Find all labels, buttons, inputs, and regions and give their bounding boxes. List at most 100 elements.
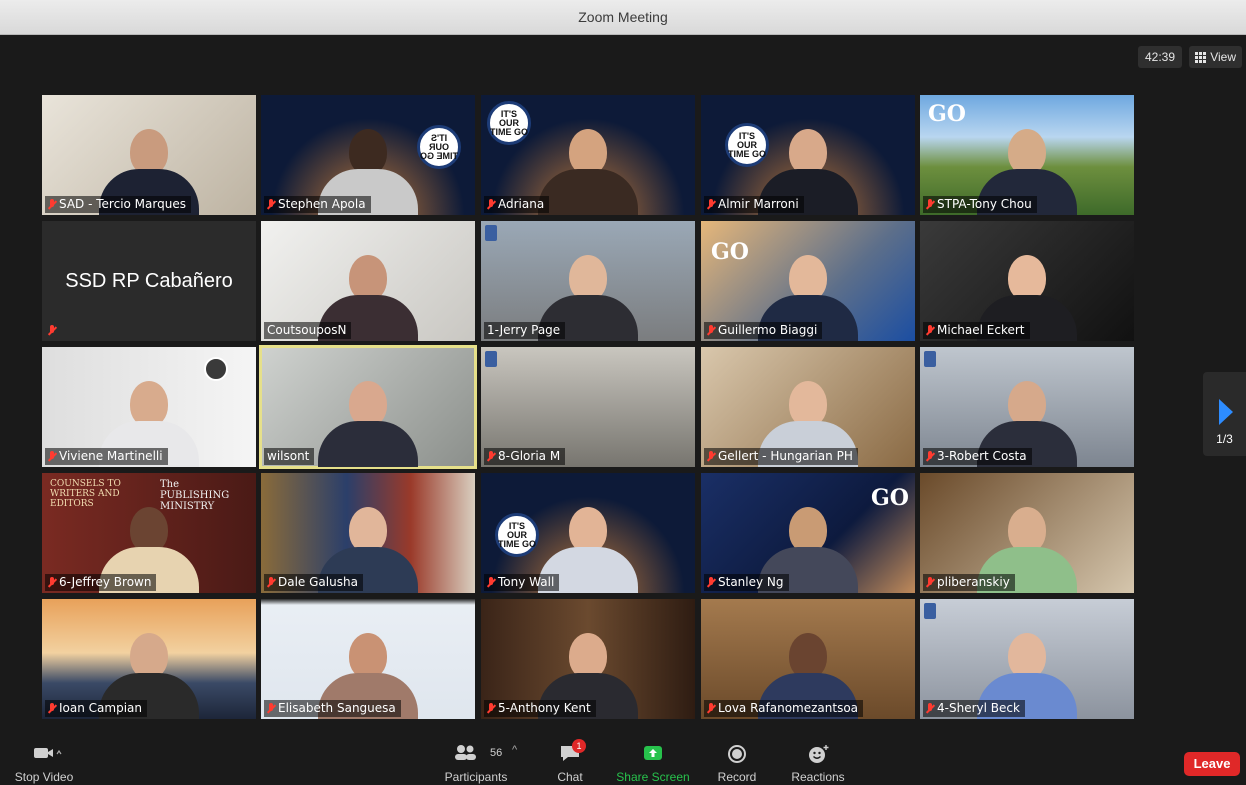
participant-label: SAD - Tercio Marques <box>45 196 191 213</box>
participant-name: CoutsouposN <box>267 323 347 337</box>
participant-name: pliberanskiy <box>937 575 1010 589</box>
video-tile[interactable]: 4-Sheryl Beck <box>920 599 1134 719</box>
meeting-timer: 42:39 <box>1137 46 1182 68</box>
video-tile[interactable]: COUNSELS TO WRITERS AND EDITORS The PUBL… <box>42 473 256 593</box>
grid-view-icon <box>1195 51 1207 63</box>
smiley-plus-icon <box>809 745 829 763</box>
participant-label <box>45 322 61 339</box>
participant-name: Lova Rafanomezantsoa <box>718 701 859 715</box>
share-screen-icon <box>644 746 662 760</box>
participant-label: pliberanskiy <box>923 574 1015 591</box>
participant-name: Elisabeth Sanguesa <box>278 701 396 715</box>
participant-label: 4-Sheryl Beck <box>923 700 1025 717</box>
participant-label: 8-Gloria M <box>484 448 566 465</box>
muted-mic-icon <box>707 702 715 715</box>
muted-mic-icon <box>707 450 715 463</box>
muted-mic-icon <box>487 450 495 463</box>
participant-name: Stephen Apola <box>278 197 366 211</box>
view-button[interactable]: View <box>1189 46 1242 68</box>
video-tile[interactable]: 3-Robert Costa <box>920 347 1134 467</box>
participant-label: Ioan Campian <box>45 700 147 717</box>
window-title: Zoom Meeting <box>578 9 668 25</box>
video-tile[interactable]: 1-Jerry Page <box>481 221 695 341</box>
gc-ministerial-logo <box>924 351 936 367</box>
video-tile[interactable]: Elisabeth Sanguesa <box>261 599 475 719</box>
gc-ministerial-logo <box>485 225 497 241</box>
participant-label: Gellert - Hungarian PH <box>704 448 858 465</box>
participant-label: Stanley Ng <box>704 574 789 591</box>
muted-mic-icon <box>926 576 934 589</box>
participant-label: Michael Eckert <box>923 322 1030 339</box>
chat-unread-badge: 1 <box>572 739 586 753</box>
participant-label: Tony Wall <box>484 574 560 591</box>
participant-name: Guillermo Biaggi <box>718 323 818 337</box>
participants-icon <box>455 745 476 760</box>
muted-mic-icon <box>267 198 275 211</box>
video-tile[interactable]: 5-Anthony Kent <box>481 599 695 719</box>
muted-mic-icon <box>707 324 715 337</box>
participant-label: Viviene Martinelli <box>45 448 168 465</box>
gc-ministerial-logo <box>485 351 497 367</box>
participant-name: wilsont <box>267 449 310 463</box>
participant-label: Lova Rafanomezantsoa <box>704 700 864 717</box>
participant-name: 6-Jeffrey Brown <box>59 575 152 589</box>
video-tile[interactable]: SSD RP Cabañero <box>42 221 256 341</box>
muted-mic-icon <box>48 450 56 463</box>
church-logo-icon <box>204 357 228 381</box>
video-tile[interactable]: CoutsouposN <box>261 221 475 341</box>
muted-mic-icon <box>267 576 275 589</box>
meeting-toolbar: Stop Video 56 ^ Participants 1 Chat Shar… <box>0 739 1246 785</box>
video-tile[interactable]: 8-Gloria M <box>481 347 695 467</box>
participant-name: Tony Wall <box>498 575 555 589</box>
video-tile[interactable]: Gellert - Hungarian PH <box>701 347 915 467</box>
video-tile[interactable]: IT'S OUR TIME GO Almir Marroni <box>701 95 915 215</box>
its-our-time-badge: IT'S OUR TIME GO <box>417 125 461 169</box>
video-tile[interactable]: GO Stanley Ng <box>701 473 915 593</box>
video-tile[interactable]: IT'S OUR TIME GO Adriana <box>481 95 695 215</box>
video-tile[interactable]: Ioan Campian <box>42 599 256 719</box>
i-will-go-logo: GO <box>928 101 966 127</box>
video-tile[interactable]: GO Guillermo Biaggi <box>701 221 915 341</box>
participant-label: 1-Jerry Page <box>484 322 566 339</box>
muted-mic-icon <box>48 702 56 715</box>
leave-button[interactable]: Leave <box>1184 752 1240 776</box>
muted-mic-icon <box>926 324 934 337</box>
participant-name: 4-Sheryl Beck <box>937 701 1020 715</box>
participant-label: Adriana <box>484 196 550 213</box>
video-tile[interactable]: IT'S OUR TIME GO Tony Wall <box>481 473 695 593</box>
participant-label: Dale Galusha <box>264 574 363 591</box>
next-page-button[interactable]: 1/3 <box>1203 372 1246 456</box>
participant-label: Elisabeth Sanguesa <box>264 700 401 717</box>
muted-mic-icon <box>487 198 495 211</box>
muted-mic-icon <box>926 450 934 463</box>
video-tile[interactable]: pliberanskiy <box>920 473 1134 593</box>
participant-name: SAD - Tercio Marques <box>59 197 186 211</box>
muted-mic-icon <box>926 702 934 715</box>
participant-name: Stanley Ng <box>718 575 784 589</box>
participant-name: Adriana <box>498 197 545 211</box>
video-tile[interactable]: IT'S OUR TIME GO Stephen Apola <box>261 95 475 215</box>
video-tile[interactable]: GO STPA-Tony Chou <box>920 95 1134 215</box>
book-title-text: COUNSELS TO WRITERS AND EDITORS <box>50 479 121 509</box>
video-tile[interactable]: Dale Galusha <box>261 473 475 593</box>
record-label: Record <box>717 770 757 784</box>
its-our-time-badge: IT'S OUR TIME GO <box>487 101 531 145</box>
participant-name: 8-Gloria M <box>498 449 561 463</box>
stop-video-label: Stop Video <box>14 770 74 784</box>
participant-label: STPA-Tony Chou <box>923 196 1037 213</box>
participant-name: STPA-Tony Chou <box>937 197 1032 211</box>
participant-name-card: SSD RP Cabañero <box>65 269 233 292</box>
chevron-up-icon: ^ <box>512 744 518 756</box>
video-tile[interactable]: Michael Eckert <box>920 221 1134 341</box>
video-tile-active-speaker[interactable]: wilsont <box>259 345 477 469</box>
muted-mic-icon <box>926 198 934 211</box>
participant-name: 1-Jerry Page <box>487 323 561 337</box>
gc-ministerial-logo <box>924 603 936 619</box>
window-titlebar: Zoom Meeting <box>0 0 1246 35</box>
its-our-time-badge: IT'S OUR TIME GO <box>495 513 539 557</box>
video-tile[interactable]: Lova Rafanomezantsoa <box>701 599 915 719</box>
participant-label: Almir Marroni <box>704 196 804 213</box>
participant-name: 5-Anthony Kent <box>498 701 591 715</box>
video-tile[interactable]: Viviene Martinelli <box>42 347 256 467</box>
video-tile[interactable]: SAD - Tercio Marques <box>42 95 256 215</box>
